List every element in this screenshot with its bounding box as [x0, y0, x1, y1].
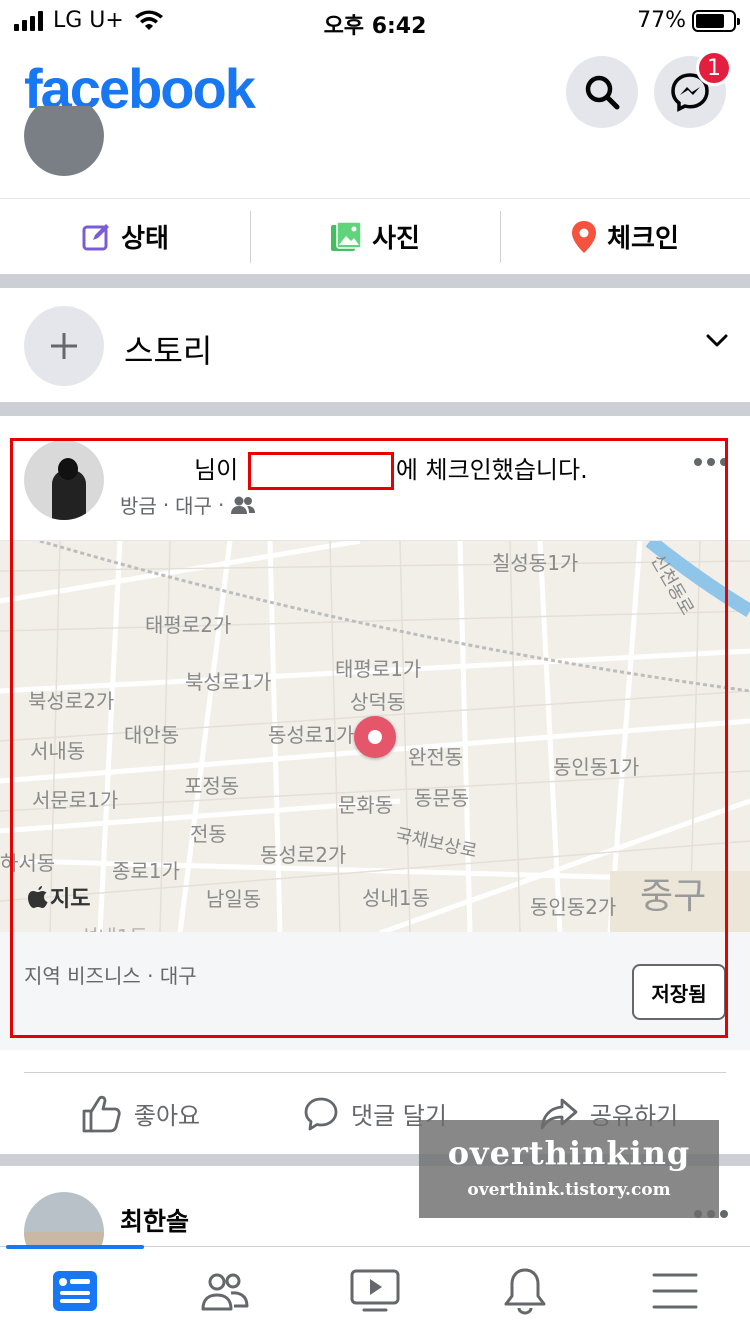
headline-prefix: 님이 — [194, 456, 239, 484]
map-label: 전동 — [190, 822, 227, 846]
like-label: 좋아요 — [133, 1102, 201, 1130]
messenger-button[interactable]: 1 — [654, 50, 732, 128]
headline-suffix: 에 체크인했습니다. — [395, 456, 588, 484]
watermark-url: overthink.tistory.com — [467, 1180, 671, 1200]
bell-icon — [504, 1268, 546, 1315]
map-label: 동성로2가 — [260, 843, 347, 867]
map-label: 포정동 — [184, 774, 240, 798]
post-headline: 님이 에 체크인했습니다. — [194, 450, 588, 490]
story-section[interactable]: 스토리 — [0, 290, 750, 402]
map-label: 서문로1가 — [32, 788, 119, 812]
apple-icon — [28, 886, 48, 908]
watermark: overthinking overthink.tistory.com — [419, 1120, 719, 1218]
chevron-down-icon[interactable] — [706, 334, 728, 348]
map-label: 성내1동 — [80, 921, 148, 932]
map-label: 북성로1가 — [185, 670, 272, 694]
map-label: 태평로2가 — [145, 613, 232, 637]
map-label: 성내1동 — [362, 886, 430, 910]
post-author[interactable]: 최한솔 — [120, 1202, 189, 1238]
post-meta: 방금 · 대구 · — [120, 490, 256, 519]
menu-icon — [652, 1273, 698, 1308]
add-story-button[interactable] — [24, 306, 104, 386]
battery-percent: 77% — [637, 8, 686, 33]
map-district-label: 중구 — [640, 876, 707, 917]
comment-icon — [304, 1097, 338, 1130]
saved-button[interactable]: 저장됨 — [632, 964, 726, 1020]
watch-icon — [350, 1269, 400, 1311]
location-pin-icon — [572, 220, 597, 253]
story-label: 스토리 — [124, 332, 213, 370]
battery-icon — [692, 9, 740, 32]
tab-menu[interactable] — [600, 1247, 750, 1334]
news-feed-icon — [53, 1270, 97, 1311]
avatar[interactable] — [24, 440, 104, 520]
map-label: 동인동2가 — [530, 895, 617, 919]
bottom-tab-bar — [0, 1245, 750, 1334]
section-divider — [0, 402, 750, 416]
status-label: 상태 — [121, 224, 169, 254]
watermark-title: overthinking — [447, 1134, 691, 1172]
post-time[interactable]: 방금 — [120, 490, 157, 519]
photo-label: 사진 — [372, 224, 420, 254]
status-bar: LG U+ 오후 6:42 77% — [0, 0, 750, 44]
map-label: 상덕동 — [350, 690, 406, 714]
tab-notifications[interactable] — [450, 1247, 600, 1334]
status-button[interactable]: 상태 — [0, 199, 250, 274]
place-link[interactable] — [247, 452, 394, 490]
edit-icon — [82, 223, 110, 250]
notification-badge: 1 — [696, 50, 732, 86]
map-label: 하서동 — [0, 851, 56, 875]
checkin-button[interactable]: 체크인 — [500, 199, 750, 274]
composer-actions: 상태 사진 체크인 — [0, 198, 750, 274]
map-pin-icon[interactable] — [354, 716, 396, 758]
friends-icon — [201, 1273, 249, 1310]
friends-icon — [231, 496, 256, 514]
map-label: 북성로2가 — [28, 689, 115, 713]
section-divider — [0, 274, 750, 288]
post-location[interactable]: 대구 — [175, 490, 212, 519]
map-label: 완전동 — [408, 745, 464, 769]
more-options-button[interactable] — [694, 458, 728, 466]
like-button[interactable]: 좋아요 — [24, 1073, 258, 1154]
photo-icon — [331, 220, 362, 251]
checkin-label: 체크인 — [607, 224, 679, 254]
maps-brand: 지도 — [28, 881, 90, 913]
photo-button[interactable]: 사진 — [250, 199, 500, 274]
map-label: 동문동 — [414, 786, 470, 810]
avatar[interactable] — [24, 106, 104, 176]
map-label: 서내동 — [30, 739, 86, 763]
map-label: 태평로1가 — [335, 657, 422, 681]
search-icon — [585, 75, 620, 110]
map-label: 동인동1가 — [553, 755, 640, 779]
map-label: 동성로1가 — [268, 723, 355, 747]
map-label: 남일동 — [206, 887, 262, 911]
search-button[interactable] — [566, 56, 638, 128]
maps-brand-label: 지도 — [50, 887, 91, 912]
map-label: 종로1가 — [112, 859, 180, 883]
tab-friends[interactable] — [150, 1247, 300, 1334]
thumbs-up-icon — [82, 1095, 121, 1132]
tab-watch[interactable] — [300, 1247, 450, 1334]
map-label: 칠성동1가 — [492, 551, 579, 575]
map-label: 대안동 — [124, 723, 180, 747]
tab-news-feed[interactable] — [0, 1245, 150, 1334]
plus-icon — [51, 333, 77, 359]
place-subtitle: 지역 비즈니스 · 대구 — [24, 964, 197, 988]
map-label: 문화동 — [338, 793, 394, 817]
